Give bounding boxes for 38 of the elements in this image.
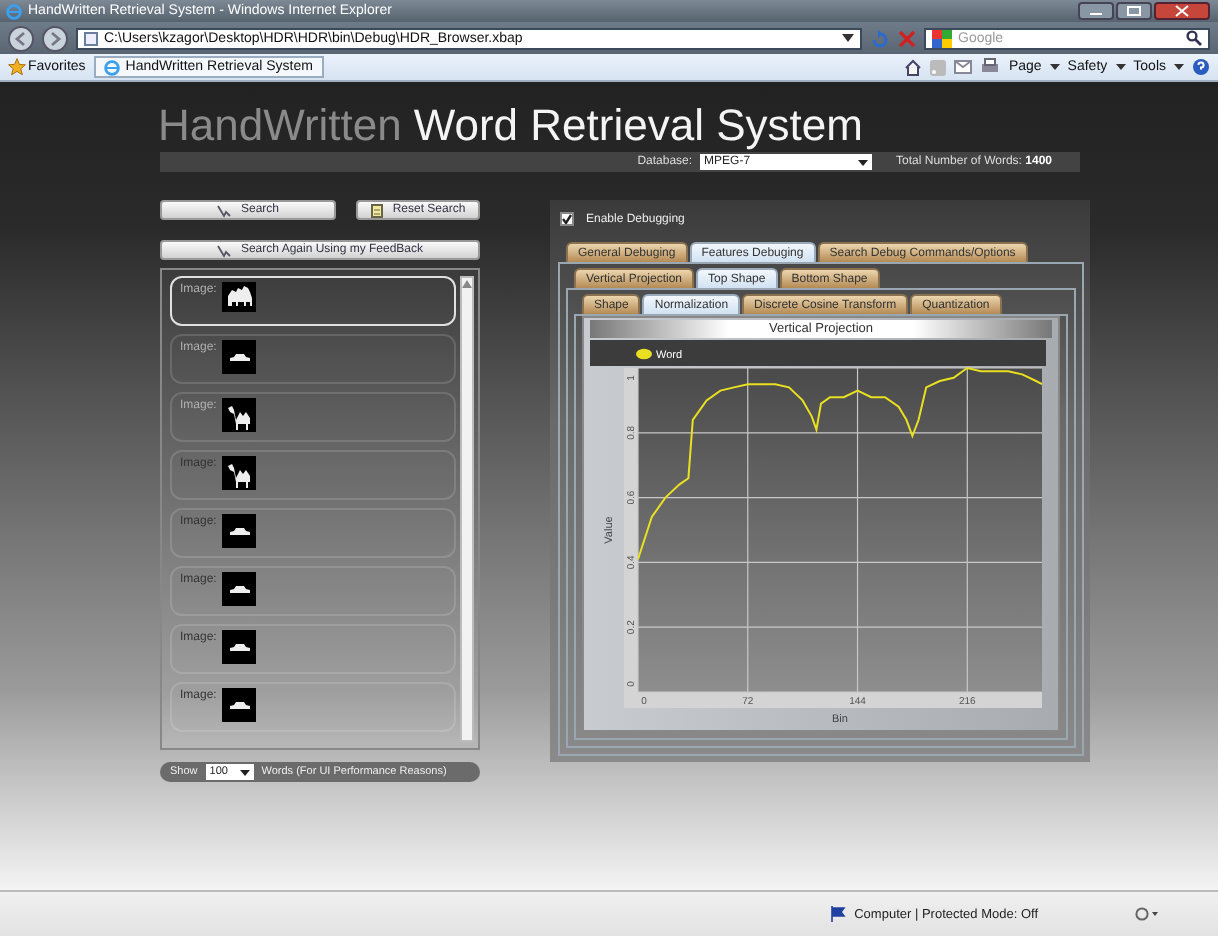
dropdown-arrow-icon xyxy=(1115,64,1126,70)
silhouette-thumbnail xyxy=(222,688,257,722)
silhouette-thumbnail xyxy=(222,456,257,490)
print-icon[interactable] xyxy=(980,58,1001,76)
close-button[interactable] xyxy=(1154,2,1210,20)
silhouette-thumbnail xyxy=(222,340,257,374)
browser-logo-icon xyxy=(103,59,120,75)
silhouette-thumbnail xyxy=(222,572,257,606)
forward-button[interactable] xyxy=(42,25,68,51)
scroll-up-arrow-icon xyxy=(462,278,472,290)
star-icon[interactable] xyxy=(8,58,26,76)
document-icon xyxy=(370,203,385,217)
app-title: Word Retrieval System xyxy=(413,100,863,152)
silhouette-thumbnail xyxy=(222,282,257,312)
maximize-button[interactable] xyxy=(1116,2,1152,20)
dropdown-arrow-icon xyxy=(1049,64,1060,70)
minimize-button[interactable] xyxy=(1078,2,1114,20)
check-icon xyxy=(562,214,572,224)
mail-icon[interactable] xyxy=(954,60,973,74)
zoom-icon[interactable] xyxy=(1134,906,1158,922)
dropdown-arrow-icon xyxy=(858,159,869,165)
flag-icon xyxy=(830,906,847,922)
search-icon[interactable] xyxy=(1186,30,1202,46)
back-button[interactable] xyxy=(8,25,34,51)
silhouette-thumbnail xyxy=(222,398,257,432)
dropdown-arrow-icon xyxy=(1174,64,1184,70)
search-provider-icon xyxy=(932,29,952,47)
silhouette-thumbnail xyxy=(222,514,257,548)
app-title-prefix: HandWritten xyxy=(158,100,402,152)
browser-logo-icon xyxy=(6,3,22,19)
home-icon[interactable] xyxy=(904,58,923,76)
scrollbar[interactable] xyxy=(460,276,474,742)
dropdown-arrow-icon xyxy=(239,769,250,775)
dropdown-arrow-icon xyxy=(842,34,854,42)
enable-debugging-checkbox[interactable] xyxy=(560,212,574,226)
silhouette-thumbnail xyxy=(222,630,257,664)
help-icon[interactable] xyxy=(1192,58,1210,76)
page-icon xyxy=(84,31,98,45)
